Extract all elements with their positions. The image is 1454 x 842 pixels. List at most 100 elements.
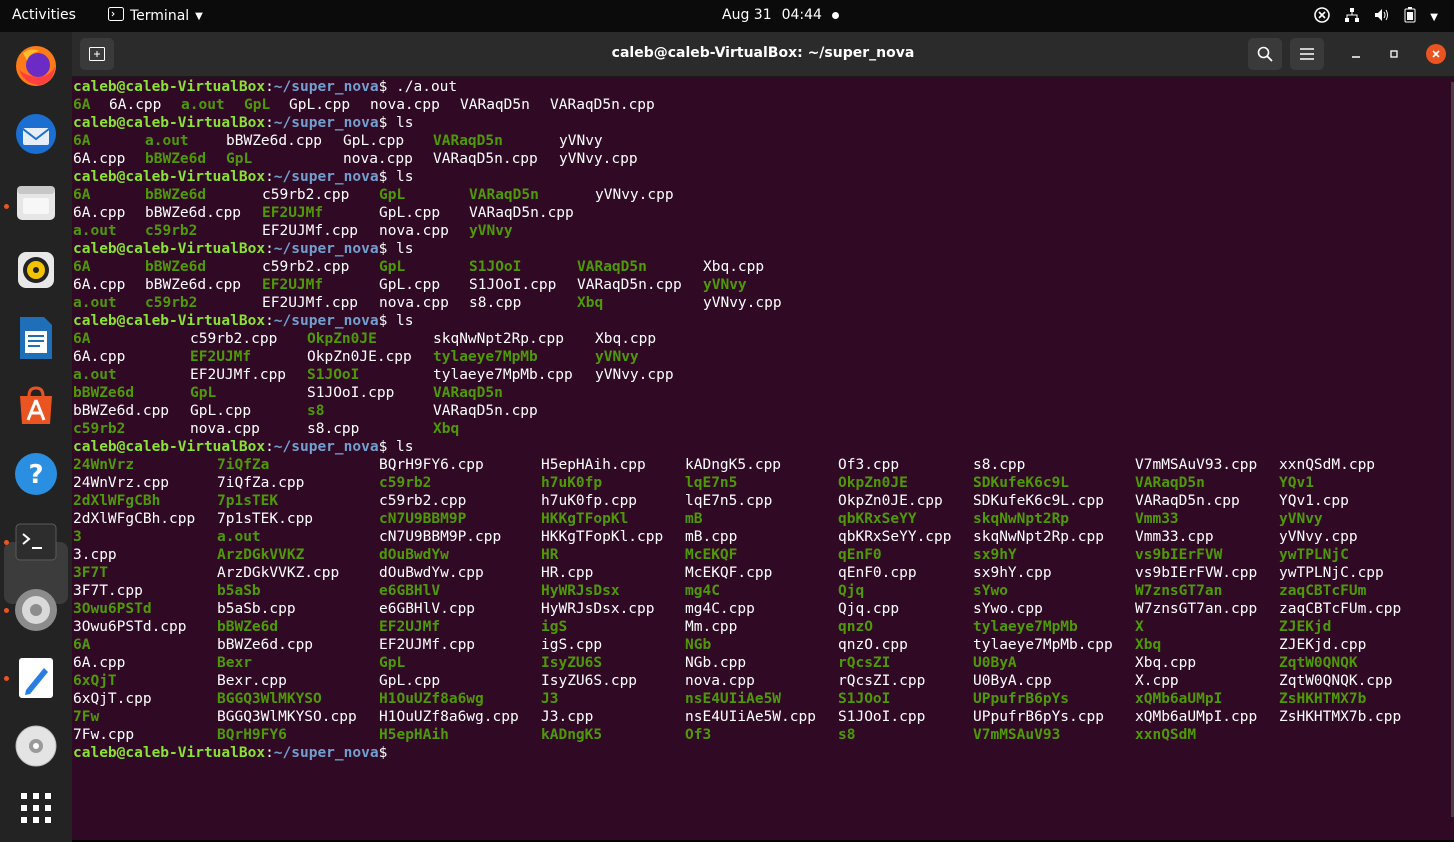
executable-file-entry: S1JOoI xyxy=(838,691,891,707)
search-button[interactable] xyxy=(1248,38,1282,70)
accessibility-icon[interactable] xyxy=(1314,7,1331,27)
files-icon[interactable] xyxy=(12,178,60,226)
file-entry: VARaqD5n.cpp xyxy=(433,403,538,419)
executable-file-entry: Xbq xyxy=(1135,637,1162,653)
file-entry: s8.cpp xyxy=(973,457,1026,473)
file-entry: mg4C.cpp xyxy=(685,601,755,617)
executable-file-entry: 3 xyxy=(73,529,82,545)
settings-icon[interactable] xyxy=(12,586,60,634)
file-entry: sx9hY.cpp xyxy=(973,565,1052,581)
executable-file-entry: EF2UJMf xyxy=(379,619,441,635)
executable-file-entry: h7uK0fp xyxy=(541,475,603,491)
executable-file-entry: 6A xyxy=(73,187,91,203)
file-entry: bBWZe6d.cpp xyxy=(217,637,314,653)
file-entry: HR.cpp xyxy=(541,565,594,581)
executable-file-entry: VARaqD5n xyxy=(433,385,503,401)
file-entry: Of3.cpp xyxy=(838,457,900,473)
executable-file-entry: bBWZe6d xyxy=(145,187,207,203)
close-button[interactable] xyxy=(1426,44,1446,64)
executable-file-entry: 7Fw xyxy=(73,709,100,725)
help-icon[interactable]: ? xyxy=(12,450,60,498)
executable-file-entry: EF2UJMf xyxy=(262,205,324,221)
executable-file-entry: 7p1sTEK xyxy=(217,493,279,509)
libreoffice-writer-icon[interactable] xyxy=(12,314,60,362)
executable-file-entry: 6A xyxy=(73,97,91,113)
executable-file-entry: IsyZU6S xyxy=(541,655,603,671)
file-entry: cN7U9BBM9P.cpp xyxy=(379,529,502,545)
executable-file-entry: tylaeye7MpMb xyxy=(973,619,1078,635)
file-entry: qbKRxSeYY.cpp xyxy=(838,529,952,545)
prompt-line: caleb@caleb-VirtualBox:~/super_nova$ xyxy=(73,744,404,762)
file-entry: McEKQF.cpp xyxy=(685,565,773,581)
file-entry: VARaqD5n.cpp xyxy=(1135,493,1240,509)
text-editor-icon[interactable] xyxy=(12,654,60,702)
clock[interactable]: Aug 31 04:44 xyxy=(722,7,839,23)
file-entry: 6A.cpp xyxy=(73,349,126,365)
executable-file-entry: Vmm33 xyxy=(1135,511,1179,527)
file-entry: yVNvy.cpp xyxy=(559,151,638,167)
executable-file-entry: a.out xyxy=(73,295,117,311)
disc-icon[interactable] xyxy=(12,722,60,770)
system-menu-chevron-icon[interactable]: ▼ xyxy=(1430,12,1438,23)
rhythmbox-icon[interactable] xyxy=(12,246,60,294)
executable-file-entry: ZqtW0QNQK xyxy=(1279,655,1358,671)
prompt-user: caleb@caleb-VirtualBox xyxy=(73,745,266,761)
executable-file-entry: sYwo xyxy=(973,583,1008,599)
app-center-icon[interactable] xyxy=(12,382,60,430)
file-entry: c59rb2.cpp xyxy=(379,493,467,509)
executable-file-entry: bBWZe6d xyxy=(73,385,135,401)
file-entry: EF2UJMf.cpp xyxy=(379,637,476,653)
file-entry: qnzO.cpp xyxy=(838,637,908,653)
terminal-output[interactable]: caleb@caleb-VirtualBox:~/super_nova$ ./a… xyxy=(72,78,1448,840)
file-entry: Xbq.cpp xyxy=(1135,655,1197,671)
file-entry: yVNvy.cpp xyxy=(595,367,674,383)
file-entry: qEnF0.cpp xyxy=(838,565,917,581)
prompt-separator: : xyxy=(265,745,274,761)
executable-file-entry: GpL xyxy=(379,655,406,671)
battery-icon[interactable] xyxy=(1404,7,1416,27)
prompt-separator: : xyxy=(265,439,274,455)
app-menu[interactable]: Terminal ▼ xyxy=(108,7,203,25)
prompt-user: caleb@caleb-VirtualBox xyxy=(73,241,266,257)
executable-file-entry: V7mMSAuV93 xyxy=(973,727,1061,743)
activities-button[interactable]: Activities xyxy=(12,7,76,23)
command-text: ls xyxy=(396,241,414,257)
executable-file-entry: W7znsGT7an xyxy=(1135,583,1223,599)
volume-icon[interactable] xyxy=(1374,7,1390,27)
file-entry: ArzDGkVVKZ.cpp xyxy=(217,565,340,581)
terminal-icon[interactable] xyxy=(12,518,60,566)
executable-file-entry: U0ByA xyxy=(973,655,1017,671)
executable-file-entry: a.out xyxy=(73,367,117,383)
executable-file-entry: Xbq xyxy=(433,421,460,437)
file-entry: c59rb2.cpp xyxy=(190,331,278,347)
show-apps-icon[interactable] xyxy=(12,784,60,832)
file-entry: bBWZe6d.cpp xyxy=(145,205,242,221)
prompt-line: caleb@caleb-VirtualBox:~/super_nova$ ls xyxy=(73,240,414,258)
executable-file-entry: c59rb2 xyxy=(379,475,432,491)
prompt-line: caleb@caleb-VirtualBox:~/super_nova$ ls xyxy=(73,438,414,456)
executable-file-entry: qbKRxSeYY xyxy=(838,511,917,527)
file-entry: 3F7T.cpp xyxy=(73,583,143,599)
system-tray[interactable]: ▼ xyxy=(1314,7,1438,27)
file-entry: skqNwNpt2Rp.cpp xyxy=(433,331,564,347)
file-entry: c59rb2.cpp xyxy=(262,187,350,203)
hamburger-menu-button[interactable] xyxy=(1290,38,1324,70)
network-icon[interactable] xyxy=(1344,7,1360,27)
maximize-button[interactable] xyxy=(1384,44,1404,64)
command-text: ls xyxy=(396,169,414,185)
file-entry: yVNvy.cpp xyxy=(703,295,782,311)
prompt-user: caleb@caleb-VirtualBox xyxy=(73,79,266,95)
minimize-button[interactable] xyxy=(1346,44,1366,64)
thunderbird-icon[interactable] xyxy=(12,110,60,158)
executable-file-entry: NGb xyxy=(685,637,712,653)
executable-file-entry: yVNvy xyxy=(469,223,513,239)
file-entry: Vmm33.cpp xyxy=(1135,529,1214,545)
prompt-dollar: $ xyxy=(378,745,397,761)
executable-file-entry: S1JOoI xyxy=(469,259,522,275)
executable-file-entry: 24WnVrz xyxy=(73,457,135,473)
executable-file-entry: skqNwNpt2Rp xyxy=(973,511,1070,527)
prompt-separator: : xyxy=(265,169,274,185)
firefox-icon[interactable] xyxy=(12,42,60,90)
executable-file-entry: Qjq xyxy=(838,583,865,599)
title-bar[interactable]: caleb@caleb-VirtualBox: ~/super_nova xyxy=(72,32,1454,77)
